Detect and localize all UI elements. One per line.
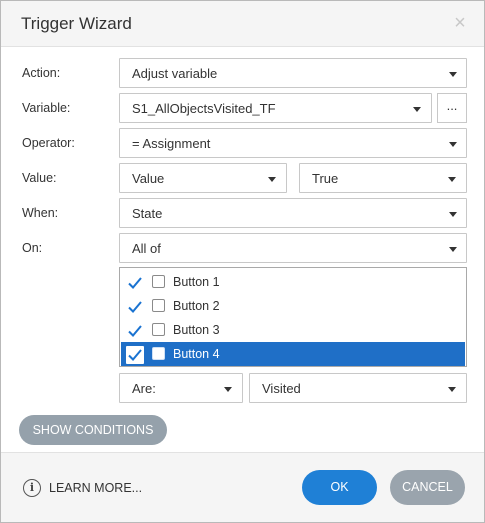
when-label: When:	[22, 206, 59, 220]
chevron-down-icon	[413, 107, 421, 112]
list-item[interactable]: Button 1	[121, 270, 465, 294]
trigger-wizard-dialog: Trigger Wizard × Action: Adjust variable…	[0, 0, 485, 523]
list-item[interactable]: Button 2	[121, 294, 465, 318]
checkmark-icon[interactable]	[126, 298, 144, 316]
chevron-down-icon	[448, 177, 456, 182]
checkmark-icon[interactable]	[126, 346, 144, 364]
checkbox[interactable]	[152, 299, 165, 312]
on-label: On:	[22, 241, 43, 255]
show-conditions-button[interactable]: SHOW CONDITIONS	[19, 415, 167, 445]
checkbox[interactable]	[152, 275, 165, 288]
list-item[interactable]: Button 3	[121, 318, 465, 342]
operator-value: = Assignment	[132, 136, 211, 151]
condition-state-dropdown[interactable]: Visited	[249, 373, 467, 403]
list-item-label: Button 1	[173, 275, 220, 289]
list-item-selected[interactable]: Button 4	[121, 342, 465, 366]
variable-value: S1_AllObjectsVisited_TF	[132, 101, 276, 116]
value-dropdown[interactable]: True	[299, 163, 467, 193]
checkmark-icon[interactable]	[126, 274, 144, 292]
title-bar: Trigger Wizard ×	[1, 1, 484, 47]
variable-label: Variable:	[22, 101, 71, 115]
learn-more-link[interactable]: LEARN MORE...	[49, 481, 142, 495]
dialog-title: Trigger Wizard	[21, 14, 132, 33]
list-item-label: Button 3	[173, 323, 220, 337]
chevron-down-icon	[449, 72, 457, 77]
chevron-down-icon	[449, 212, 457, 217]
list-item-label: Button 2	[173, 299, 220, 313]
value-type-value: Value	[132, 171, 165, 186]
info-icon[interactable]: i	[23, 479, 41, 497]
checkbox[interactable]	[152, 323, 165, 336]
action-label: Action:	[22, 66, 61, 80]
checkbox[interactable]	[152, 347, 165, 360]
variable-more-button[interactable]: ...	[437, 93, 467, 123]
operator-dropdown[interactable]: = Assignment	[119, 128, 467, 158]
chevron-down-icon	[449, 247, 457, 252]
on-dropdown[interactable]: All of	[119, 233, 467, 263]
on-value: All of	[132, 241, 161, 256]
when-dropdown[interactable]: State	[119, 198, 467, 228]
action-value: Adjust variable	[132, 66, 218, 81]
list-item-label: Button 4	[173, 347, 220, 361]
close-icon[interactable]: ×	[451, 11, 469, 35]
cancel-button[interactable]: CANCEL	[390, 470, 465, 505]
chevron-down-icon	[449, 142, 457, 147]
when-value: State	[132, 206, 163, 221]
action-dropdown[interactable]: Adjust variable	[119, 58, 467, 88]
operator-label: Operator:	[22, 136, 75, 150]
chevron-down-icon	[448, 387, 456, 392]
objects-list[interactable]: Button 1 Button 2 Button 3 Button 4	[119, 267, 467, 367]
chevron-down-icon	[224, 387, 232, 392]
value-label: Value:	[22, 171, 57, 185]
checkmark-icon[interactable]	[126, 322, 144, 340]
condition-operator-dropdown[interactable]: Are:	[119, 373, 243, 403]
chevron-down-icon	[268, 177, 276, 182]
value-type-dropdown[interactable]: Value	[119, 163, 287, 193]
variable-dropdown[interactable]: S1_AllObjectsVisited_TF	[119, 93, 432, 123]
condition-operator-value: Are:	[132, 381, 156, 396]
value-value: True	[312, 171, 339, 186]
condition-state-value: Visited	[262, 381, 301, 396]
ok-button[interactable]: OK	[302, 470, 377, 505]
